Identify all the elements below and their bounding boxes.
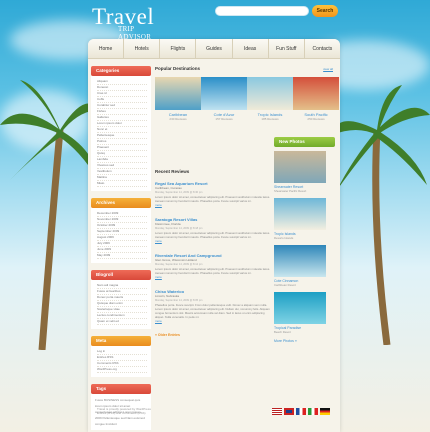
- review-more-link[interactable]: more: [155, 319, 273, 323]
- meta-heading: Meta: [91, 336, 151, 346]
- review-entry: Regal Sea Aquarium Resort Caribbean, Cura…: [155, 181, 273, 207]
- flag-italy-icon[interactable]: [308, 408, 318, 415]
- review-location: Caribbean, Curacao: [155, 186, 182, 190]
- destination-card[interactable]: Caribbean 230 Reviews: [155, 77, 201, 121]
- review-more-link[interactable]: more: [155, 203, 273, 207]
- review-location: Glen Grove, Wisconsin Holland: [155, 258, 197, 262]
- nav-fun-stuff[interactable]: Fun Stuff: [269, 39, 305, 58]
- language-flags: [272, 408, 330, 415]
- destination-count: 250 Reviews: [307, 117, 325, 121]
- review-text: Phasellus porta. Fusce suscipit. From do…: [155, 303, 270, 319]
- tags-heading: Tags: [91, 384, 151, 394]
- new-photos-heading: New Photos: [274, 137, 335, 147]
- photo-thumbnail[interactable]: [274, 245, 326, 277]
- review-more-link[interactable]: more: [155, 275, 273, 279]
- destination-card[interactable]: Tropic Islands 185 Reviews: [247, 77, 293, 121]
- view-all-link[interactable]: view all: [323, 67, 333, 71]
- flag-germany-icon[interactable]: [320, 408, 330, 415]
- review-date: Monday, September 14, 2009 @ 8:18 pm: [155, 227, 203, 230]
- meta-list: Log in Entries RSS Comments RSS WordPress.o…: [91, 346, 151, 377]
- review-date: Monday, September 14, 2009 @ 8:30 pm: [155, 191, 203, 194]
- flag-usa-icon[interactable]: [272, 408, 282, 415]
- nav-home[interactable]: Home: [88, 39, 125, 58]
- photo-thumbnail[interactable]: [274, 198, 326, 230]
- nav-ideas[interactable]: Ideas: [233, 39, 269, 58]
- review-location: Kissimmee, Florida: [155, 222, 181, 226]
- blogroll-heading: Blogroll: [91, 270, 151, 280]
- popular-destinations-title: Popular Destinations: [155, 66, 201, 71]
- destination-image[interactable]: [247, 77, 293, 110]
- review-text: Lorem ipsum dolor sit amet, consectetuer…: [155, 231, 271, 239]
- archives-list: December 2009 November 2009 October 2009 Se…: [91, 208, 151, 263]
- destination-image[interactable]: [155, 77, 201, 110]
- destination-count: 230 Reviews: [169, 117, 187, 121]
- categories-item[interactable]: Miato: [97, 181, 147, 187]
- review-date: Monday, September 14, 2009 @ 8:12 pm: [155, 263, 203, 266]
- archives-heading: Archives: [91, 198, 151, 208]
- footer-line-2[interactable]: Entries (RSS) and Comments (RSS): [97, 411, 151, 415]
- blogroll-list: Nam adi magna Fusce at faucibus Donec port…: [91, 280, 151, 329]
- nav-guides[interactable]: Guides: [196, 39, 233, 58]
- nav-hotels[interactable]: Hotels: [124, 39, 161, 58]
- more-photos-link[interactable]: More Photos »: [274, 339, 335, 343]
- older-entries-link[interactable]: « Older Entries: [155, 333, 273, 337]
- review-entry: Riverdale Resort And Campground Glen Grov…: [155, 253, 273, 279]
- photo-thumbnail[interactable]: [274, 292, 326, 324]
- photo-subcaption: Resorts Islands: [274, 236, 294, 240]
- photo-thumbnail[interactable]: [274, 151, 326, 183]
- blogroll-item[interactable]: Quam et velit ed: [97, 319, 147, 325]
- review-entry: Saratoga Resort Villas Kissimmee, Florida…: [155, 217, 273, 243]
- review-location: Lincoln, Nebraska: [155, 294, 180, 298]
- categories-list: Aliquam Donecet Cras id Coffe Curabitur sed F…: [91, 76, 151, 191]
- main-content: Popular Destinations view all Caribbean 2…: [155, 66, 339, 337]
- review-text: Lorem ipsum dolor sit amet, consectetuer…: [155, 195, 271, 203]
- destination-count: 185 Reviews: [261, 117, 279, 121]
- search-button[interactable]: Search: [312, 5, 338, 17]
- archives-item[interactable]: May 2009: [97, 253, 147, 259]
- recent-reviews-title: Recent Reviews: [155, 169, 190, 174]
- search-input[interactable]: [215, 6, 309, 16]
- review-more-link[interactable]: more: [155, 239, 273, 243]
- nav-flights[interactable]: Flights: [160, 39, 197, 58]
- footer: Travel is proudly powered by WordPress E…: [97, 407, 151, 415]
- palm-tree-left: [0, 80, 100, 350]
- review-text: Lorem ipsum dolor sit amet, consectetuer…: [155, 267, 271, 275]
- destination-count: 157 Reviews: [215, 117, 233, 121]
- photo-subcaption: Beach Resort: [274, 330, 291, 334]
- photo-subcaption: Caribbean Resort: [274, 283, 296, 287]
- meta-item[interactable]: WordPress.org: [97, 367, 147, 373]
- site-logo[interactable]: Travel TRIP ADVISOR: [92, 5, 154, 41]
- review-date: Monday, September 14, 2009 @ 8:05 pm: [155, 299, 203, 302]
- palm-tree-right: [332, 85, 430, 345]
- page-container: Home Hotels Flights Guides Ideas Fun Stu…: [88, 39, 340, 432]
- review-entry: Chiso Waterloo Lincoln, Nebraska Monday, S…: [155, 289, 273, 323]
- flag-uk-icon[interactable]: [284, 408, 294, 415]
- destinations-row: Caribbean 230 Reviews Cote d'Azur 157 Revie…: [155, 77, 339, 121]
- destination-image[interactable]: [293, 77, 339, 110]
- new-photos-panel: New Photos Shearwater Resort Shearwater P…: [274, 137, 335, 343]
- flag-france-icon[interactable]: [296, 408, 306, 415]
- destination-image[interactable]: [201, 77, 247, 110]
- main-nav: Home Hotels Flights Guides Ideas Fun Stu…: [88, 39, 340, 59]
- nav-contacts[interactable]: Contacts: [305, 39, 340, 58]
- destination-card[interactable]: Cote d'Azur 157 Reviews: [201, 77, 247, 121]
- recent-reviews: Recent Reviews Regal Sea Aquarium Resort…: [155, 169, 273, 337]
- categories-heading: Categories: [91, 66, 151, 76]
- destination-card[interactable]: South Pacific 250 Reviews: [293, 77, 339, 121]
- photo-subcaption: Shearwater Pacific Resort: [274, 189, 307, 193]
- sidebar: Categories Aliquam Donecet Cras id Coffe Cur…: [91, 66, 151, 430]
